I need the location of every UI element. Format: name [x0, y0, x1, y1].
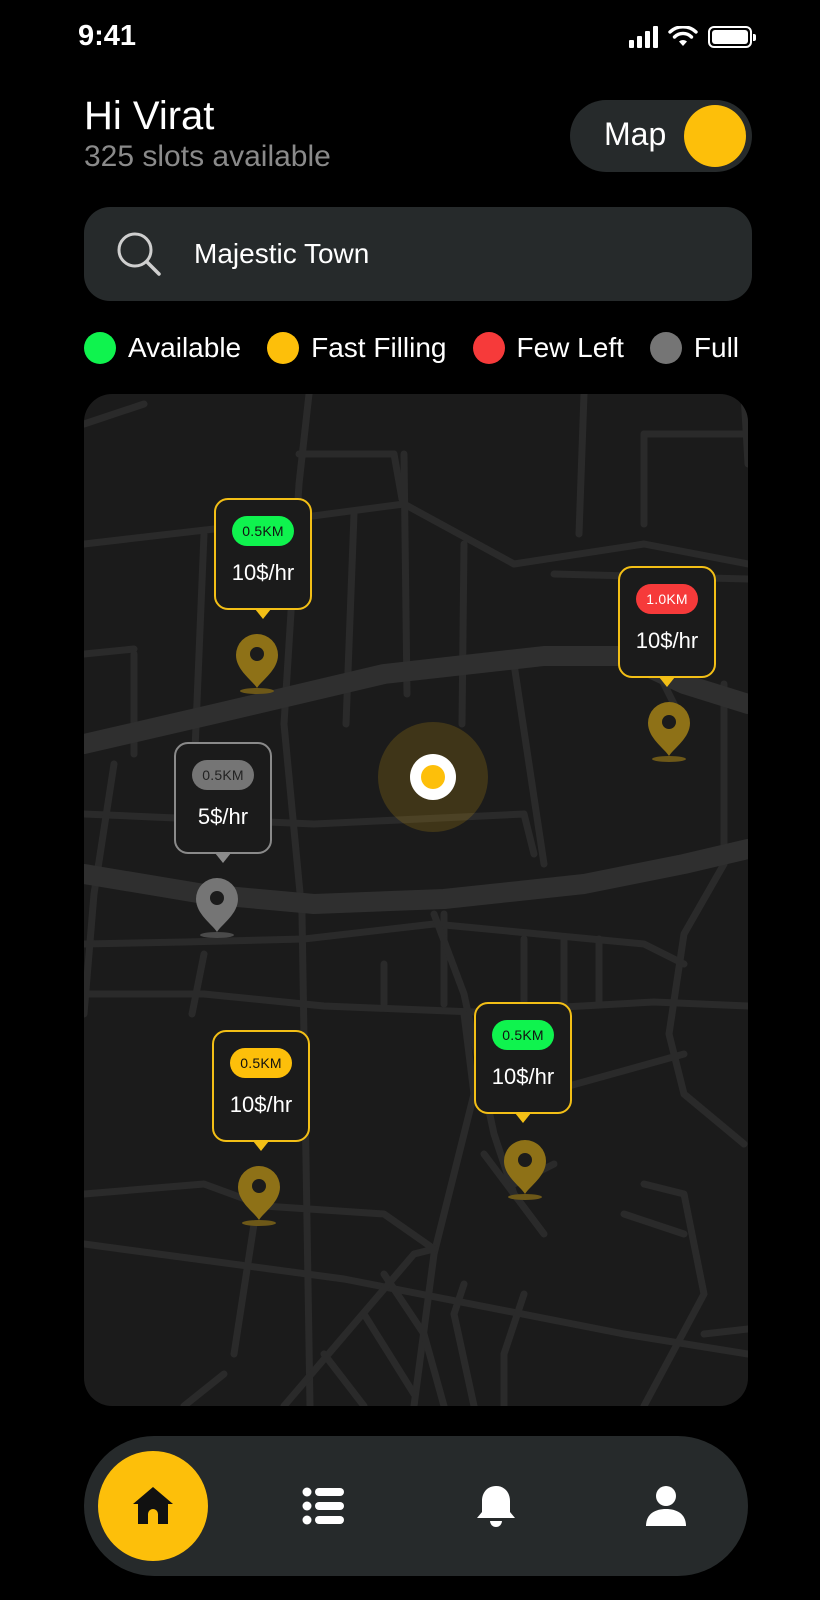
- search-bar[interactable]: [84, 207, 752, 301]
- distance-badge: 0.5KM: [230, 1048, 292, 1078]
- legend-label: Fast Filling: [311, 332, 447, 363]
- price-label: 10$/hr: [491, 1064, 555, 1089]
- map-toggle-label: Map: [604, 116, 667, 152]
- greeting-title: Hi Virat: [84, 94, 215, 138]
- availability-legend: Available Fast Filling Few Left Full: [84, 332, 765, 364]
- map-pin-icon[interactable]: [502, 1138, 548, 1202]
- legend-item-full: Full: [649, 332, 740, 364]
- search-input[interactable]: [194, 207, 714, 301]
- legend-item-fast-filling: Fast Filling: [267, 332, 447, 364]
- cellular-signal-icon: [629, 26, 658, 48]
- price-label: 10$/hr: [229, 1092, 293, 1117]
- battery-icon: [708, 26, 756, 48]
- map-view-toggle[interactable]: Map: [570, 100, 752, 172]
- legend-dot-fast-filling: [267, 332, 300, 364]
- parking-spot-callout[interactable]: 1.0KM 10$/hr: [618, 566, 716, 687]
- distance-badge: 0.5KM: [492, 1020, 554, 1050]
- status-time: 9:41: [78, 20, 137, 52]
- legend-label: Full: [693, 332, 740, 363]
- legend-item-available: Available: [84, 332, 241, 364]
- price-label: 10$/hr: [231, 560, 295, 585]
- current-location-dot: [410, 754, 456, 800]
- legend-dot-full: [649, 332, 682, 364]
- bottom-navigation: [84, 1436, 748, 1576]
- user-icon[interactable]: [642, 1482, 690, 1530]
- map-pin-icon[interactable]: [194, 876, 240, 940]
- price-label: 10$/hr: [635, 628, 699, 653]
- parking-spot-callout[interactable]: 0.5KM 10$/hr: [214, 498, 312, 619]
- map-roads: [84, 394, 748, 1406]
- parking-map[interactable]: 0.5KM 10$/hr 1.0KM 10$/hr 0.5KM 5$/hr 0.…: [84, 394, 748, 1406]
- wifi-icon: [668, 26, 698, 46]
- legend-dot-available: [84, 332, 116, 364]
- slots-available-text: 325 slots available: [84, 140, 331, 173]
- distance-badge: 1.0KM: [636, 584, 698, 614]
- distance-badge: 0.5KM: [232, 516, 294, 546]
- list-icon[interactable]: [300, 1482, 348, 1530]
- legend-item-few-left: Few Left: [472, 332, 624, 364]
- toggle-knob: [684, 105, 746, 167]
- home-icon: [133, 1487, 173, 1524]
- bell-icon[interactable]: [472, 1482, 520, 1530]
- current-location-marker: [378, 722, 488, 832]
- legend-label: Few Left: [516, 332, 624, 363]
- parking-spot-callout[interactable]: 0.5KM 10$/hr: [212, 1030, 310, 1151]
- legend-label: Available: [128, 332, 242, 363]
- search-icon: [117, 232, 161, 276]
- status-bar: 9:41: [0, 0, 820, 74]
- map-pin-icon[interactable]: [234, 632, 280, 696]
- status-icons: [629, 22, 756, 52]
- parking-spot-callout[interactable]: 0.5KM 5$/hr: [174, 742, 272, 863]
- legend-dot-few-left: [472, 332, 505, 364]
- nav-home-button[interactable]: [98, 1451, 208, 1561]
- distance-badge: 0.5KM: [192, 760, 254, 790]
- map-pin-icon[interactable]: [646, 700, 692, 764]
- parking-spot-callout[interactable]: 0.5KM 10$/hr: [474, 1002, 572, 1123]
- map-pin-icon[interactable]: [236, 1164, 282, 1228]
- price-label: 5$/hr: [197, 804, 249, 829]
